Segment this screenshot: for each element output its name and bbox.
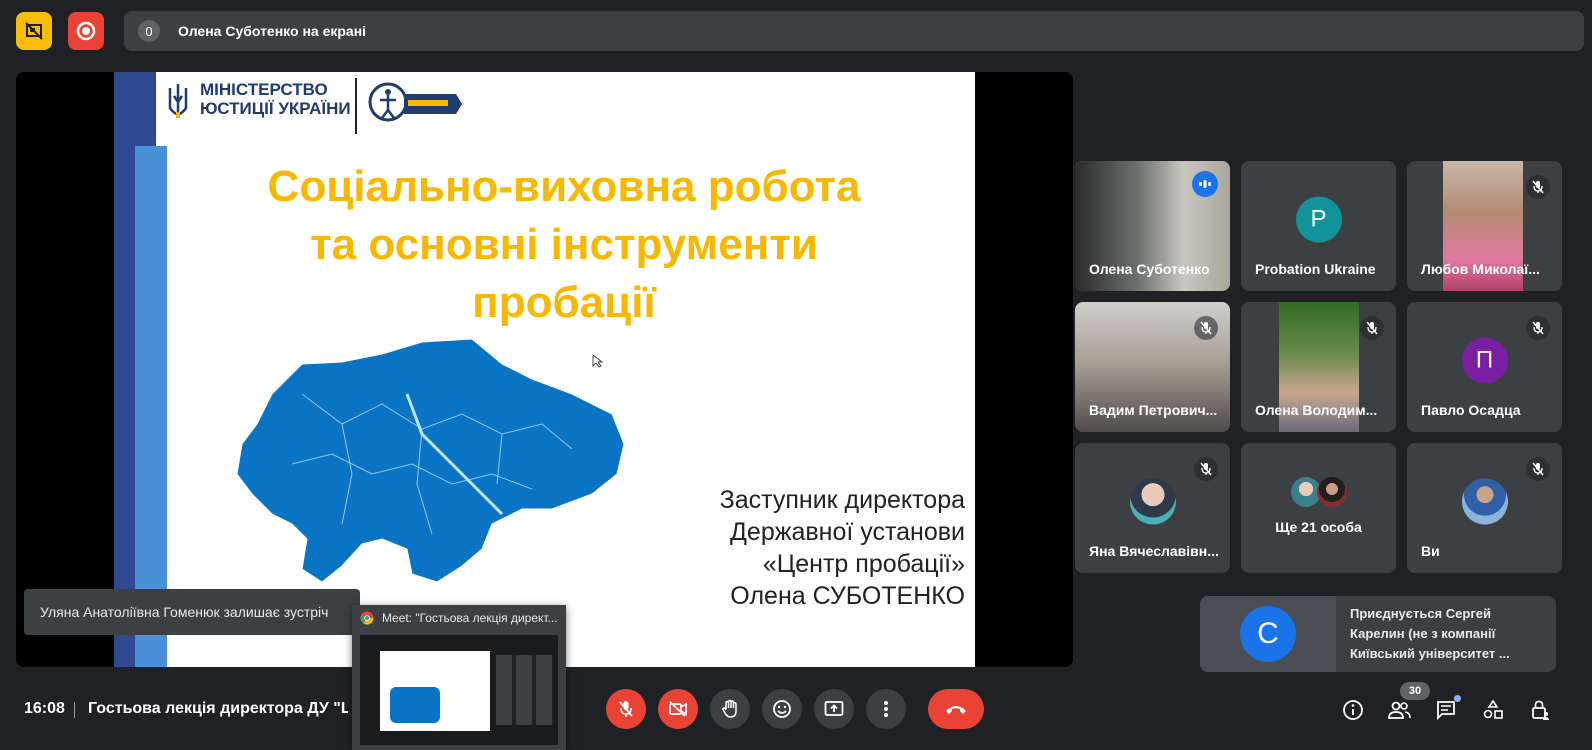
chat-button[interactable] — [1433, 695, 1461, 723]
slide-sub-line1: Заступник директора — [719, 486, 965, 514]
mic-toggle-button[interactable] — [606, 689, 646, 729]
preview-title: Meet: "Гостьова лекція директ... — [360, 611, 558, 625]
new-message-dot — [1454, 695, 1461, 702]
present-button[interactable] — [814, 689, 854, 729]
participant-name: Олена Володим... — [1255, 402, 1378, 418]
logo-separator — [355, 78, 357, 134]
slide-title-line2: та основні інструменти — [310, 220, 818, 269]
participant-tile[interactable]: P Probation Ukraine — [1241, 161, 1396, 291]
activities-icon — [1483, 699, 1503, 719]
participant-tile[interactable]: Вадим Петрович... — [1075, 302, 1230, 432]
join-notification[interactable]: С Приєднується Сергей Карелин (не з комп… — [1200, 596, 1556, 672]
leave-call-button[interactable] — [928, 689, 984, 729]
cursor-icon — [592, 354, 604, 368]
logo-line1: МІНІСТЕРСТВО — [200, 80, 328, 99]
ministry-logo-text: МІНІСТЕРСТВО ЮСТИЦІЇ УКРАЇНИ — [200, 80, 351, 118]
raise-hand-button[interactable] — [710, 689, 750, 729]
camera-off-icon — [669, 701, 687, 717]
avatar — [1317, 477, 1347, 507]
avatar — [1129, 478, 1176, 525]
others-tile[interactable]: Ще 21 особа — [1241, 443, 1396, 573]
preview-thumbnail — [360, 635, 558, 745]
recording-button[interactable] — [68, 12, 104, 50]
more-vert-icon — [884, 701, 888, 717]
participant-name: Probation Ukraine — [1255, 261, 1376, 277]
participant-name: Ще 21 особа — [1275, 519, 1362, 535]
chat-icon — [1437, 701, 1455, 721]
participant-name: Ви — [1421, 543, 1440, 559]
speaking-indicator-icon — [1192, 171, 1218, 197]
meeting-details-button[interactable] — [1340, 697, 1366, 723]
more-options-button[interactable] — [866, 689, 906, 729]
participant-tile[interactable]: П Павло Осадца — [1407, 302, 1562, 432]
avatar: П — [1461, 337, 1508, 384]
meeting-title[interactable]: Гостьова лекція директора ДУ "Це — [88, 700, 348, 718]
hide-tiles-button[interactable] — [16, 12, 52, 50]
presenting-count: 0 — [138, 20, 160, 42]
people-icon — [1388, 701, 1411, 719]
slide: МІНІСТЕРСТВО ЮСТИЦІЇ УКРАЇНИ Соціально-в… — [114, 72, 975, 667]
mic-off-icon — [619, 701, 633, 717]
ukraine-map-icon — [236, 338, 625, 583]
mic-off-icon — [1194, 457, 1218, 481]
participant-tile[interactable]: Олена Володим... — [1241, 302, 1396, 432]
slide-sub-line4: Олена СУБОТЕНКО — [730, 582, 965, 610]
presentation-stage: МІНІСТЕРСТВО ЮСТИЦІЇ УКРАЇНИ Соціально-в… — [16, 72, 1073, 667]
thumbnail-map — [390, 687, 440, 723]
slide-subtitle: Заступник директора Державної установи «… — [720, 484, 965, 612]
avatar — [1461, 478, 1508, 525]
lock-person-icon — [1532, 700, 1549, 720]
mic-off-icon — [1526, 457, 1550, 481]
divider — [74, 702, 75, 718]
phone-hangup-icon — [946, 706, 966, 714]
participant-tile[interactable]: Ви — [1407, 443, 1562, 573]
mic-off-icon — [1526, 316, 1550, 340]
people-button[interactable] — [1386, 697, 1412, 723]
slide-title-line3: пробації — [472, 278, 656, 327]
logo-line2: ЮСТИЦІЇ УКРАЇНИ — [200, 99, 351, 118]
participant-name: Вадим Петрович... — [1089, 402, 1218, 418]
clock: 16:08 — [24, 700, 65, 717]
mic-off-icon — [1360, 316, 1384, 340]
leave-notification: Уляна Анатоліївна Гоменюк залишає зустрі… — [24, 589, 360, 635]
present-screen-icon — [824, 701, 844, 716]
join-notification-text: Приєднується Сергей Карелин (не з компан… — [1350, 606, 1510, 661]
info-icon — [1343, 700, 1363, 720]
window-preview[interactable]: Meet: "Гостьова лекція директ... — [352, 605, 566, 750]
avatar: P — [1295, 196, 1342, 243]
reactions-button[interactable] — [762, 689, 802, 729]
record-icon — [76, 21, 96, 41]
slide-sub-line2: Державної установи — [730, 518, 965, 546]
presenting-text: Олена Суботенко на екрані — [178, 23, 367, 39]
mic-off-icon — [1194, 316, 1218, 340]
join-avatar-area: С — [1200, 596, 1336, 672]
participant-name: Павло Осадца — [1421, 402, 1521, 418]
activities-button[interactable] — [1480, 697, 1506, 723]
mic-off-icon — [1526, 175, 1550, 199]
participant-name: Любов Миколаї... — [1421, 261, 1540, 277]
preview-title-text: Meet: "Гостьова лекція директ... — [382, 611, 558, 625]
participant-tile[interactable]: Яна Вячеславівн... — [1075, 443, 1230, 573]
participant-tile[interactable]: Любов Миколаї... — [1407, 161, 1562, 291]
slide-sub-line3: «Центр пробації» — [762, 550, 965, 578]
slide-title-line1: Соціально-виховна робота — [267, 162, 861, 211]
thumbnail-tiles — [496, 655, 554, 725]
host-controls-button[interactable] — [1527, 697, 1553, 723]
hide-self-view-icon — [25, 22, 43, 40]
probation-logo-icon — [368, 82, 462, 122]
participant-name: Яна Вячеславівн... — [1089, 543, 1219, 559]
slide-title: Соціально-виховна робота та основні інст… — [234, 158, 894, 332]
ukraine-trident-icon — [168, 84, 188, 118]
chrome-icon — [360, 611, 374, 625]
leave-notification-text: Уляна Анатоліївна Гоменюк залишає зустрі… — [40, 604, 329, 620]
emoji-icon — [773, 700, 791, 718]
participant-tile[interactable]: Олена Суботенко — [1075, 161, 1230, 291]
participant-name: Олена Суботенко — [1089, 261, 1210, 277]
presenting-bar: 0 Олена Суботенко на екрані — [124, 11, 1584, 51]
avatar: С — [1240, 606, 1296, 662]
camera-toggle-button[interactable] — [658, 689, 698, 729]
hand-icon — [722, 699, 737, 718]
